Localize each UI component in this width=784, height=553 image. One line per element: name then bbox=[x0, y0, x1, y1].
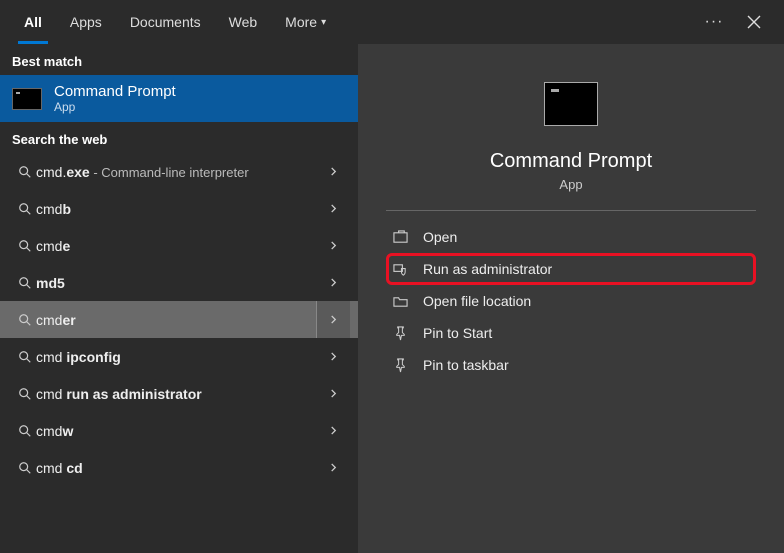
web-result-item[interactable]: cmdw bbox=[0, 412, 358, 449]
chevron-right-icon[interactable] bbox=[316, 449, 350, 486]
tab-all[interactable]: All bbox=[10, 0, 56, 44]
search-icon bbox=[14, 313, 36, 327]
more-options-button[interactable]: ··· bbox=[694, 0, 734, 44]
action-label: Run as administrator bbox=[423, 261, 552, 277]
detail-subtitle: App bbox=[559, 177, 582, 192]
search-icon bbox=[14, 202, 36, 216]
chevron-right-icon[interactable] bbox=[316, 190, 350, 227]
tab-apps[interactable]: Apps bbox=[56, 0, 116, 44]
action-open[interactable]: Open bbox=[386, 221, 756, 253]
search-icon bbox=[14, 424, 36, 438]
action-label: Open bbox=[423, 229, 457, 245]
search-icon bbox=[14, 276, 36, 290]
command-prompt-icon bbox=[12, 88, 42, 110]
web-result-text: cmd cd bbox=[36, 460, 316, 476]
pin-icon bbox=[391, 326, 409, 341]
chevron-right-icon[interactable] bbox=[316, 227, 350, 264]
web-result-text: cmd run as administrator bbox=[36, 386, 316, 402]
web-result-text: cmde bbox=[36, 238, 316, 254]
tab-more[interactable]: More ▾ bbox=[271, 0, 340, 44]
web-result-text: cmdw bbox=[36, 423, 316, 439]
tab-web[interactable]: Web bbox=[215, 0, 272, 44]
web-result-item[interactable]: md5 bbox=[0, 264, 358, 301]
chevron-right-icon[interactable] bbox=[316, 264, 350, 301]
chevron-right-icon[interactable] bbox=[316, 153, 350, 190]
chevron-down-icon: ▾ bbox=[321, 17, 326, 28]
web-result-item[interactable]: cmd ipconfig bbox=[0, 338, 358, 375]
best-match-subtitle: App bbox=[54, 100, 176, 114]
web-result-text: cmder bbox=[36, 312, 316, 328]
web-result-text: cmd.exe - Command-line interpreter bbox=[36, 164, 316, 180]
divider bbox=[386, 210, 756, 211]
pin-icon bbox=[391, 358, 409, 373]
folder-icon bbox=[391, 294, 409, 309]
best-match-result[interactable]: Command Prompt App bbox=[0, 75, 358, 122]
web-result-item[interactable]: cmd run as administrator bbox=[0, 375, 358, 412]
action-label: Pin to taskbar bbox=[423, 357, 509, 373]
tab-documents[interactable]: Documents bbox=[116, 0, 215, 44]
chevron-right-icon[interactable] bbox=[316, 375, 350, 412]
search-icon bbox=[14, 239, 36, 253]
search-icon bbox=[14, 461, 36, 475]
search-tabs: All Apps Documents Web More ▾ ··· bbox=[0, 0, 784, 44]
web-result-text: md5 bbox=[36, 275, 316, 291]
action-pin-to-taskbar[interactable]: Pin to taskbar bbox=[386, 349, 756, 381]
chevron-right-icon[interactable] bbox=[316, 338, 350, 375]
detail-panel: Command Prompt App Open Run as administr… bbox=[358, 44, 784, 553]
chevron-right-icon[interactable] bbox=[316, 301, 350, 338]
action-run-as-administrator[interactable]: Run as administrator bbox=[386, 253, 756, 285]
section-best-match: Best match bbox=[0, 44, 358, 75]
search-icon bbox=[14, 387, 36, 401]
open-icon bbox=[391, 230, 409, 245]
web-result-text: cmdb bbox=[36, 201, 316, 217]
shield-icon bbox=[391, 262, 409, 277]
action-label: Open file location bbox=[423, 293, 531, 309]
results-panel: Best match Command Prompt App Search the… bbox=[0, 44, 358, 553]
action-pin-to-start[interactable]: Pin to Start bbox=[386, 317, 756, 349]
detail-title: Command Prompt bbox=[490, 150, 652, 173]
web-result-item[interactable]: cmder bbox=[0, 301, 358, 338]
action-label: Pin to Start bbox=[423, 325, 492, 341]
section-search-web: Search the web bbox=[0, 122, 358, 153]
web-result-item[interactable]: cmd.exe - Command-line interpreter bbox=[0, 153, 358, 190]
web-result-item[interactable]: cmde bbox=[0, 227, 358, 264]
web-result-item[interactable]: cmd cd bbox=[0, 449, 358, 486]
best-match-title: Command Prompt bbox=[54, 83, 176, 100]
chevron-right-icon[interactable] bbox=[316, 412, 350, 449]
command-prompt-icon bbox=[544, 82, 598, 126]
web-result-text: cmd ipconfig bbox=[36, 349, 316, 365]
search-icon bbox=[14, 165, 36, 179]
search-icon bbox=[14, 350, 36, 364]
web-result-item[interactable]: cmdb bbox=[0, 190, 358, 227]
action-open-file-location[interactable]: Open file location bbox=[386, 285, 756, 317]
close-button[interactable] bbox=[734, 0, 774, 44]
